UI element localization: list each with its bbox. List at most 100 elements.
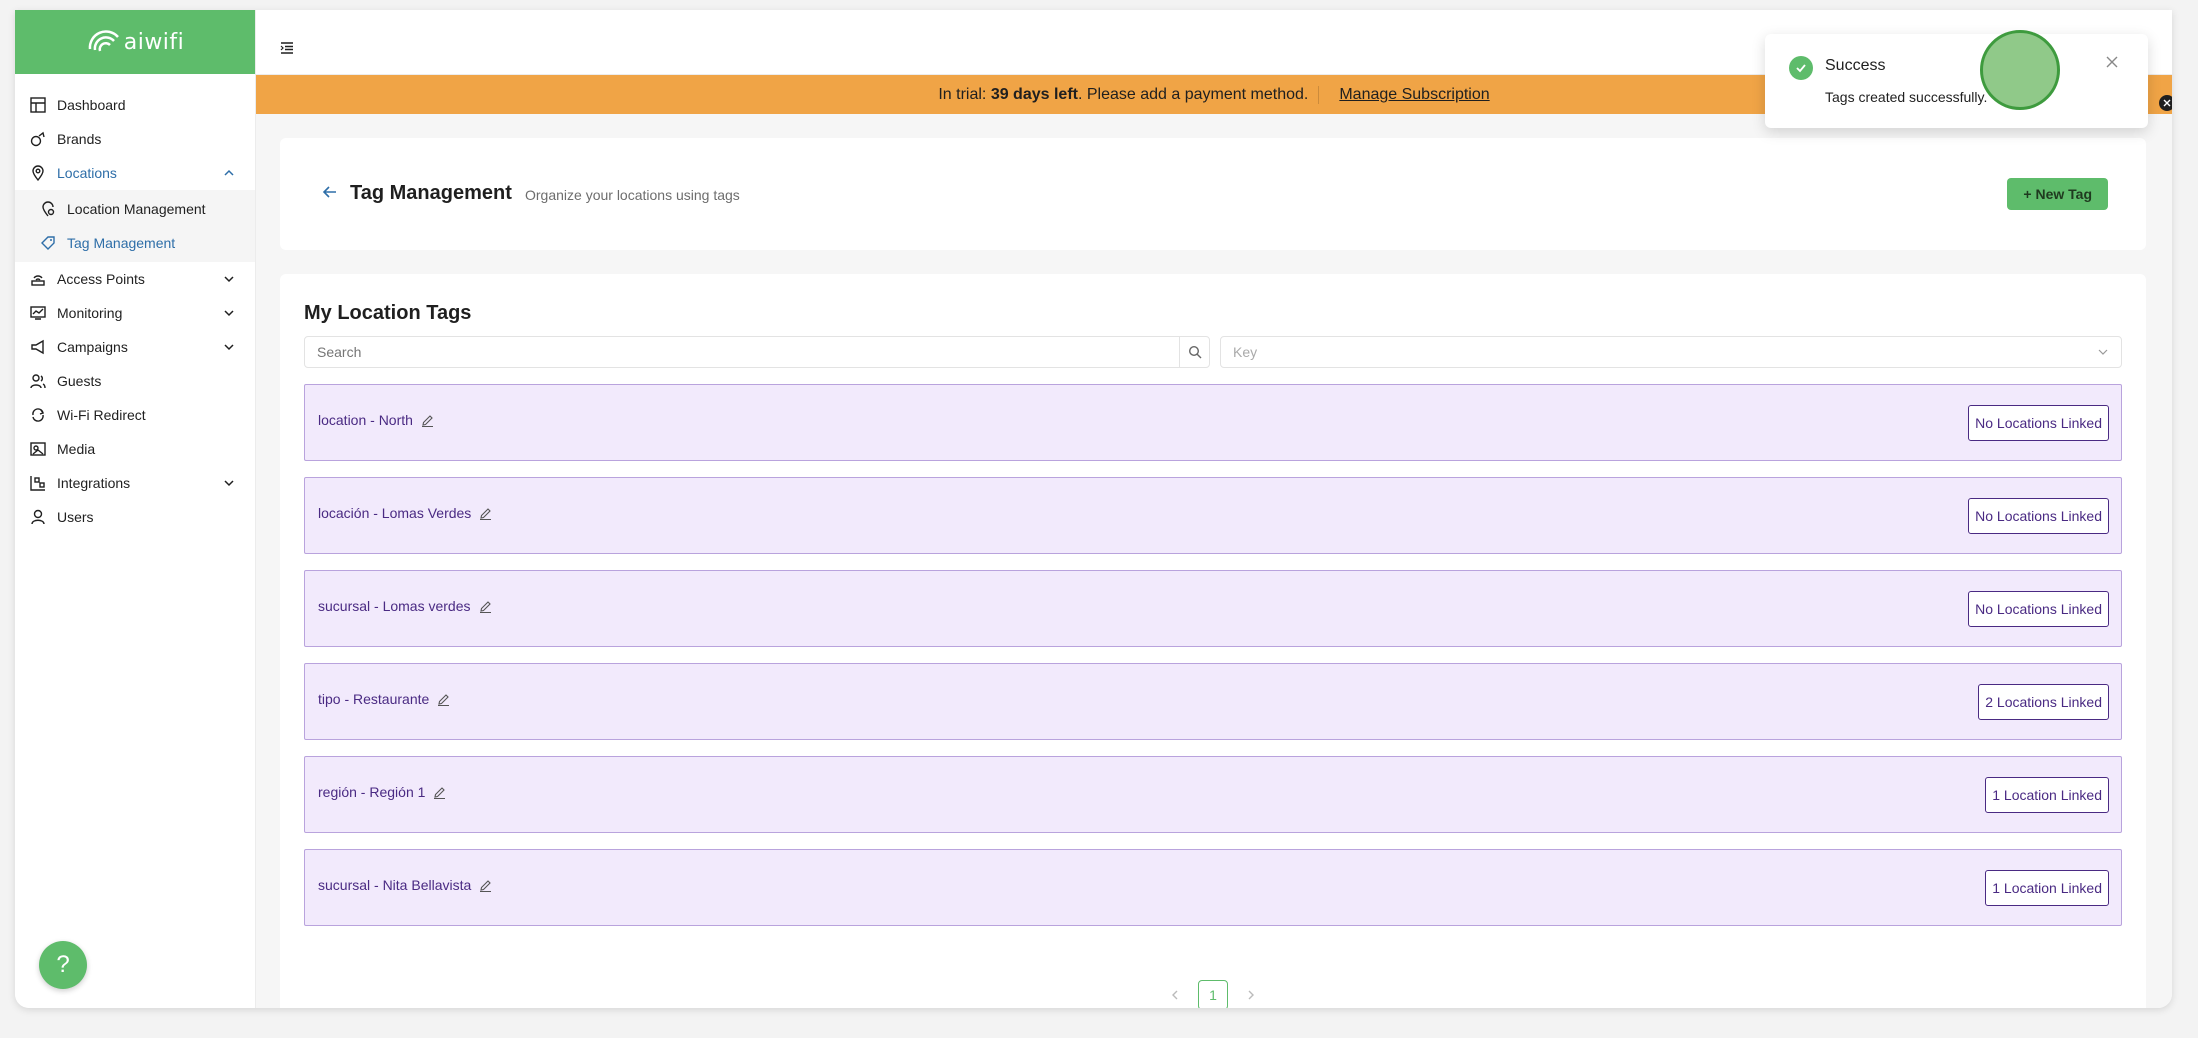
sidebar-nav: Dashboard Brands Locations Location Mana… xyxy=(15,74,255,534)
cursor-indicator xyxy=(1980,30,2060,110)
sidebar-subitem-label: Tag Management xyxy=(67,235,176,251)
sidebar-item-label: Media xyxy=(57,441,96,457)
tag-row[interactable]: región - Región 1 1 Location Linked xyxy=(304,756,2122,833)
linked-locations-badge[interactable]: No Locations Linked xyxy=(1968,591,2109,627)
sidebar-item-guests[interactable]: Guests xyxy=(15,364,255,398)
tag-label: locación - Lomas Verdes xyxy=(318,505,492,521)
sidebar-item-label: Guests xyxy=(57,373,102,389)
tag-label: región - Región 1 xyxy=(318,784,446,800)
tag-row[interactable]: tipo - Restaurante 2 Locations Linked xyxy=(304,663,2122,740)
guests-icon xyxy=(29,372,47,390)
edit-pencil-icon[interactable] xyxy=(479,879,492,892)
tag-name: location - North xyxy=(318,412,413,428)
brands-icon xyxy=(29,130,47,148)
linked-locations-badge[interactable]: 1 Location Linked xyxy=(1985,870,2109,906)
toast-message: Tags created successfully. xyxy=(1825,89,1988,105)
sidebar-subitem-label: Location Management xyxy=(67,201,206,217)
page-title: Tag Management xyxy=(350,182,512,204)
key-select[interactable]: Key xyxy=(1220,336,2122,368)
page-header-card: Tag Management Organize your locations u… xyxy=(280,138,2146,250)
search-button[interactable] xyxy=(1179,337,1209,367)
edit-pencil-icon[interactable] xyxy=(437,693,450,706)
megaphone-icon xyxy=(29,338,47,356)
trial-prefix: In trial: xyxy=(938,85,987,103)
chevron-down-icon xyxy=(224,480,234,487)
help-button[interactable]: ? xyxy=(39,941,87,989)
sidebar-item-locations[interactable]: Locations xyxy=(15,156,255,190)
linked-locations-badge[interactable]: 1 Location Linked xyxy=(1985,777,2109,813)
linked-locations-badge[interactable]: 2 Locations Linked xyxy=(1978,684,2109,720)
logo-mark: aiwifi xyxy=(86,29,185,55)
tag-name: región - Región 1 xyxy=(318,784,426,800)
sidebar-subitem-tag-management[interactable]: Tag Management xyxy=(15,226,255,260)
page-button[interactable]: 1 xyxy=(1198,980,1228,1008)
sidebar-item-label: Users xyxy=(57,509,94,525)
sidebar: aiwifi Dashboard Brands Locations Locati… xyxy=(15,10,256,1008)
manage-subscription-link[interactable]: Manage Subscription xyxy=(1339,86,1489,104)
banner-close-icon[interactable] xyxy=(2159,95,2172,111)
sidebar-item-label: Access Points xyxy=(57,271,145,287)
chevron-down-icon xyxy=(224,310,234,317)
sidebar-item-media[interactable]: Media xyxy=(15,432,255,466)
tag-row[interactable]: location - North No Locations Linked xyxy=(304,384,2122,461)
back-arrow-icon[interactable] xyxy=(320,182,340,202)
integrations-icon xyxy=(29,474,47,492)
page-subtitle: Organize your locations using tags xyxy=(525,187,740,203)
sidebar-subitem-location-management[interactable]: Location Management xyxy=(15,192,255,226)
sidebar-item-label: Monitoring xyxy=(57,305,123,321)
tags-card: My Location Tags Key location - North No… xyxy=(280,274,2146,1008)
brand-logo[interactable]: aiwifi xyxy=(15,10,255,74)
help-label: ? xyxy=(56,951,70,978)
trial-divider xyxy=(1318,85,1320,104)
linked-locations-badge[interactable]: No Locations Linked xyxy=(1968,405,2109,441)
close-icon[interactable] xyxy=(2104,54,2120,70)
sidebar-item-label: Locations xyxy=(57,165,117,181)
sidebar-item-integrations[interactable]: Integrations xyxy=(15,466,255,500)
tag-list: location - North No Locations Linked loc… xyxy=(304,384,2122,942)
access-point-icon xyxy=(29,270,47,288)
chevron-right-icon[interactable] xyxy=(1244,988,1258,1002)
sidebar-item-monitoring[interactable]: Monitoring xyxy=(15,296,255,330)
tag-row[interactable]: locación - Lomas Verdes No Locations Lin… xyxy=(304,477,2122,554)
tag-label: sucursal - Nita Bellavista xyxy=(318,877,492,893)
wifi-logo-icon xyxy=(88,30,119,52)
sidebar-item-dashboard[interactable]: Dashboard xyxy=(15,88,255,122)
success-toast: Success Tags created successfully. xyxy=(1765,34,2148,128)
sidebar-item-label: Campaigns xyxy=(57,339,128,355)
edit-pencil-icon[interactable] xyxy=(479,507,492,520)
sidebar-item-label: Wi-Fi Redirect xyxy=(57,407,146,423)
chevron-down-icon xyxy=(224,344,234,351)
sidebar-item-wifi-redirect[interactable]: Wi-Fi Redirect xyxy=(15,398,255,432)
sidebar-item-brands[interactable]: Brands xyxy=(15,122,255,156)
menu-toggle-icon[interactable] xyxy=(280,42,294,54)
edit-pencil-icon[interactable] xyxy=(479,600,492,613)
tag-name: sucursal - Nita Bellavista xyxy=(318,877,472,893)
sidebar-item-campaigns[interactable]: Campaigns xyxy=(15,330,255,364)
tag-label: tipo - Restaurante xyxy=(318,691,450,707)
edit-pencil-icon[interactable] xyxy=(433,786,446,799)
trial-suffix: . Please add a payment method. xyxy=(1077,85,1309,103)
chevron-down-icon xyxy=(224,276,234,283)
tag-name: sucursal - Lomas verdes xyxy=(318,598,471,614)
sidebar-item-users[interactable]: Users xyxy=(15,500,255,534)
dashboard-icon xyxy=(29,96,47,114)
sidebar-item-label: Dashboard xyxy=(57,97,126,113)
linked-locations-badge[interactable]: No Locations Linked xyxy=(1968,498,2109,534)
chevron-down-icon xyxy=(2098,349,2108,355)
new-tag-button[interactable]: + New Tag xyxy=(2007,178,2108,210)
tag-label: location - North xyxy=(318,412,434,428)
media-icon xyxy=(29,440,47,458)
sidebar-item-access-points[interactable]: Access Points xyxy=(15,262,255,296)
tag-label: sucursal - Lomas verdes xyxy=(318,598,492,614)
chevron-up-icon xyxy=(224,169,234,176)
locations-submenu: Location Management Tag Management xyxy=(15,190,255,262)
chevron-left-icon[interactable] xyxy=(1168,988,1182,1002)
tag-row[interactable]: sucursal - Lomas verdes No Locations Lin… xyxy=(304,570,2122,647)
location-pin-icon xyxy=(29,164,47,182)
trial-days-left: 39 days left xyxy=(990,85,1078,103)
search-input[interactable] xyxy=(305,337,1179,367)
edit-pencil-icon[interactable] xyxy=(421,414,434,427)
user-icon xyxy=(29,508,47,526)
tag-row[interactable]: sucursal - Nita Bellavista 1 Location Li… xyxy=(304,849,2122,926)
check-circle-icon xyxy=(1789,56,1813,80)
